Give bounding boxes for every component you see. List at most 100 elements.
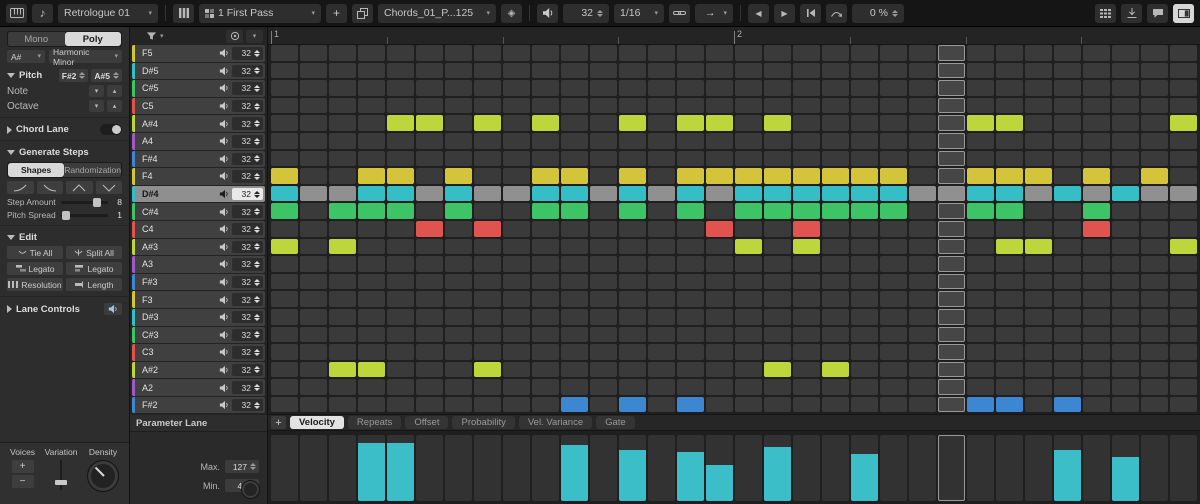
velocity-cell[interactable] — [445, 435, 472, 501]
step-cell[interactable] — [300, 274, 327, 290]
add-pattern-button[interactable]: + — [326, 4, 347, 23]
step-cell[interactable] — [851, 362, 878, 378]
resolution-select[interactable]: 1/16 ▾ — [614, 4, 664, 23]
step-cell[interactable] — [271, 397, 298, 413]
stepper-arrows-icon[interactable] — [254, 120, 260, 127]
velocity-max-stepper[interactable]: 127 — [225, 460, 259, 473]
lane-row[interactable]: C432 — [132, 221, 265, 238]
step-cell[interactable] — [329, 344, 356, 360]
step-cell[interactable] — [619, 63, 646, 79]
step-cell[interactable] — [619, 327, 646, 343]
step-cell[interactable] — [532, 221, 559, 237]
step-cell[interactable] — [822, 63, 849, 79]
return-to-start-button[interactable] — [800, 4, 821, 23]
step-cell[interactable] — [1083, 379, 1110, 395]
step-cell[interactable] — [532, 239, 559, 255]
lane-step-count-stepper[interactable]: 32 — [232, 364, 263, 377]
step-cell[interactable] — [271, 133, 298, 149]
step-cell[interactable] — [851, 309, 878, 325]
step-cell[interactable] — [300, 327, 327, 343]
step-cell[interactable] — [909, 221, 936, 237]
step-cell[interactable] — [1112, 256, 1139, 272]
step-cell[interactable] — [938, 274, 965, 290]
step-cell[interactable] — [793, 344, 820, 360]
step-cell[interactable] — [532, 291, 559, 307]
step-cell[interactable] — [677, 168, 704, 184]
step-cell[interactable] — [851, 379, 878, 395]
step-cell[interactable] — [358, 115, 385, 131]
step-cell[interactable] — [880, 115, 907, 131]
step-cell[interactable] — [735, 379, 762, 395]
param-tab-repeats[interactable]: Repeats — [348, 416, 401, 429]
param-tab-velocity[interactable]: Velocity — [290, 416, 344, 429]
step-cell[interactable] — [996, 274, 1023, 290]
step-cell[interactable] — [793, 221, 820, 237]
step-cell[interactable] — [909, 344, 936, 360]
lane-step-count-stepper[interactable]: 32 — [232, 258, 263, 271]
step-cell[interactable] — [996, 379, 1023, 395]
lane-row[interactable]: A#232 — [132, 362, 265, 379]
step-cell[interactable] — [793, 327, 820, 343]
step-cell[interactable] — [793, 362, 820, 378]
velocity-bar[interactable] — [1112, 457, 1139, 502]
tab-poly[interactable]: Poly — [65, 32, 122, 46]
step-cell[interactable] — [735, 239, 762, 255]
step-cell[interactable] — [590, 186, 617, 202]
step-cell[interactable] — [503, 80, 530, 96]
swing-stepper[interactable]: 0 % — [852, 4, 904, 23]
step-cell[interactable] — [1170, 203, 1197, 219]
step-cell[interactable] — [445, 203, 472, 219]
step-cell[interactable] — [851, 274, 878, 290]
step-cell[interactable] — [822, 45, 849, 61]
step-cell[interactable] — [503, 239, 530, 255]
step-cell[interactable] — [1141, 151, 1168, 167]
step-cell[interactable] — [793, 45, 820, 61]
step-cell[interactable] — [735, 186, 762, 202]
step-cell[interactable] — [590, 362, 617, 378]
stepper-arrows-icon[interactable] — [254, 155, 260, 162]
step-cell[interactable] — [735, 344, 762, 360]
lane-step-count-stepper[interactable]: 32 — [232, 276, 263, 289]
step-cell[interactable] — [1054, 291, 1081, 307]
step-cell[interactable] — [706, 362, 733, 378]
stepper-arrows-icon[interactable] — [113, 72, 119, 79]
lane-step-count-stepper[interactable]: 32 — [232, 205, 263, 218]
param-tab-vel-variance[interactable]: Vel. Variance — [519, 416, 592, 429]
stepper-arrows-icon[interactable] — [254, 85, 260, 92]
stepper-arrows-icon[interactable] — [254, 226, 260, 233]
velocity-cell[interactable] — [271, 435, 298, 501]
stepper-arrows-icon[interactable] — [254, 103, 260, 110]
speaker-icon[interactable] — [219, 171, 229, 181]
step-cell[interactable] — [532, 151, 559, 167]
collapse-arrow-icon[interactable] — [7, 73, 15, 78]
add-parameter-lane-button[interactable]: + — [271, 416, 286, 429]
step-cell[interactable] — [416, 151, 443, 167]
step-cell[interactable] — [648, 115, 675, 131]
step-cell[interactable] — [358, 98, 385, 114]
step-cell[interactable] — [1170, 45, 1197, 61]
voices-decrement-button[interactable]: − — [12, 475, 34, 488]
lane-row[interactable]: F#332 — [132, 274, 265, 291]
step-cell[interactable] — [851, 133, 878, 149]
step-cell[interactable] — [1025, 362, 1052, 378]
step-cell[interactable] — [1025, 115, 1052, 131]
step-cell[interactable] — [822, 98, 849, 114]
step-cell[interactable] — [938, 115, 965, 131]
step-cell[interactable] — [822, 151, 849, 167]
step-cell[interactable] — [996, 63, 1023, 79]
preset-select[interactable]: Chords_01_P...125 ▾ — [378, 4, 496, 23]
step-cell[interactable] — [764, 309, 791, 325]
step-cell[interactable] — [851, 168, 878, 184]
step-cell[interactable] — [909, 274, 936, 290]
lane-row[interactable]: A#432 — [132, 115, 265, 132]
swing-button[interactable] — [826, 4, 847, 23]
step-cell[interactable] — [474, 362, 501, 378]
step-cell[interactable] — [1141, 309, 1168, 325]
step-cell[interactable] — [764, 221, 791, 237]
step-cell[interactable] — [329, 327, 356, 343]
step-cell[interactable] — [996, 203, 1023, 219]
lane-row[interactable]: F#232 — [132, 397, 265, 414]
lane-display-button[interactable] — [226, 30, 243, 43]
speaker-icon[interactable] — [219, 101, 229, 111]
step-cell[interactable] — [445, 256, 472, 272]
